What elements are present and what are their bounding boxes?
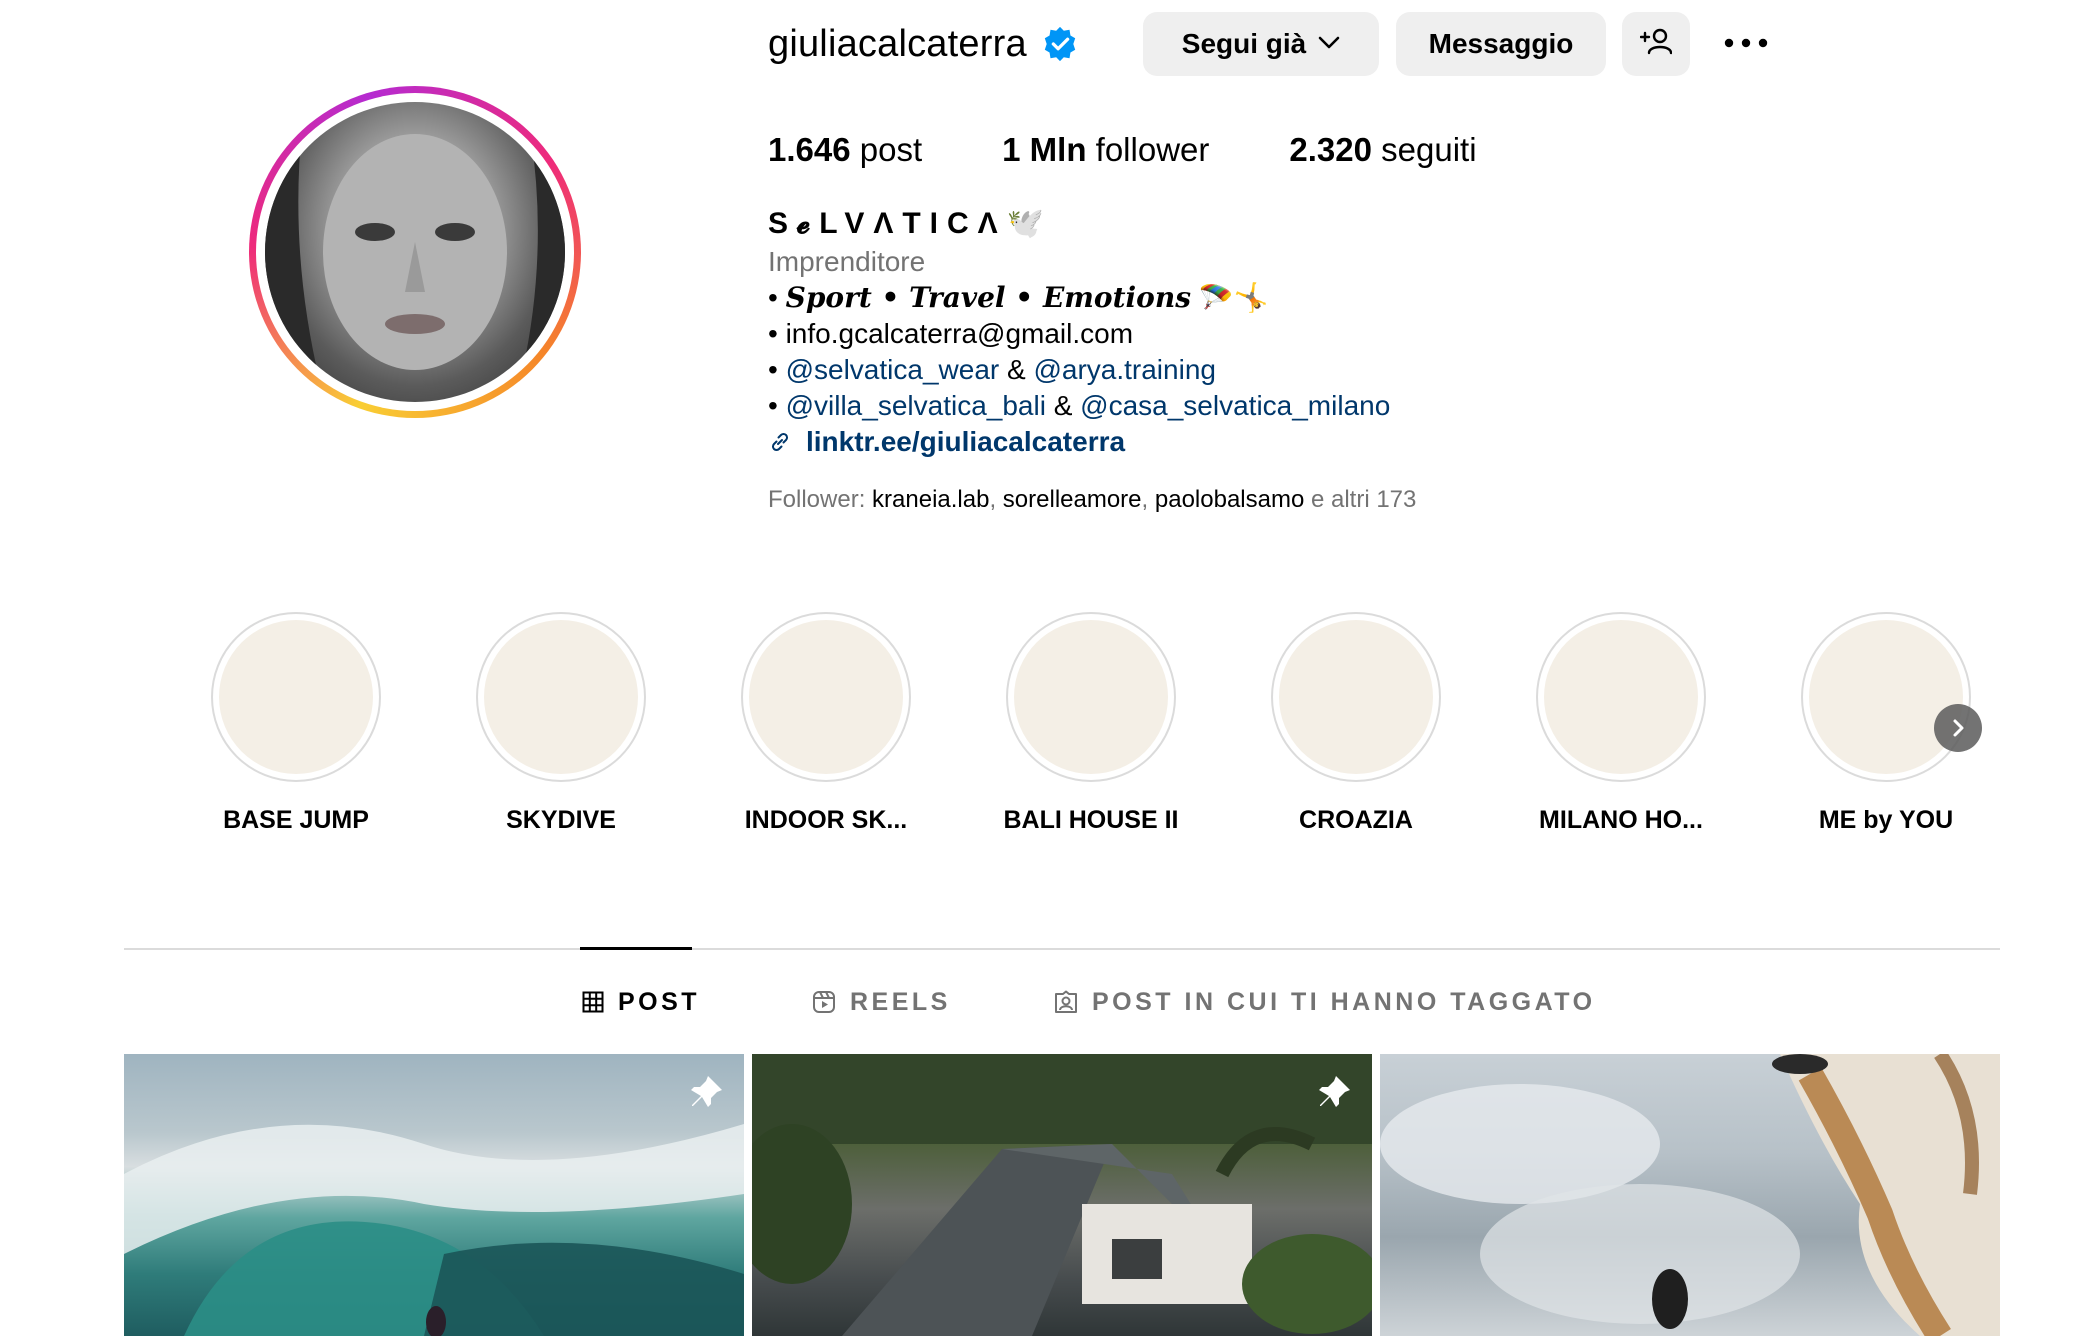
reels-icon [813,991,835,1013]
post-image-cliff [1380,1054,2000,1336]
mention-selvatica-wear[interactable]: @selvatica_wear [786,354,1000,385]
highlight-croazia[interactable]: CROAZIA [1266,612,1446,835]
tab-reels[interactable]: REELS [812,984,951,1020]
followed-by-user[interactable]: kraneia.lab [872,486,989,513]
post-thumbnail[interactable] [1380,1054,2000,1336]
profile-page: giuliacalcaterra Segui già Messaggio 1.6… [0,0,2084,1336]
add-user-icon [1639,27,1673,62]
pin-icon [1319,1076,1350,1107]
tab-tagged-label: POST IN CUI TI HANNO TAGGATO [1092,987,1596,1016]
mention-villa-selvatica-bali[interactable]: @villa_selvatica_bali [786,390,1046,421]
highlight-cover[interactable] [1801,612,1971,782]
post-thumbnail[interactable] [124,1054,744,1336]
highlight-bali-house[interactable]: BALI HOUSE II [1001,612,1181,835]
tab-post[interactable]: POST [582,984,700,1020]
link-icon [771,432,789,452]
post-image-villa [752,1054,1372,1336]
highlight-label: BALI HOUSE II [1003,806,1179,834]
highlight-label: SKYDIVE [506,806,616,834]
message-button[interactable]: Messaggio [1396,12,1606,76]
bio-link-text: linktr.ee/giuliacalcaterra [806,426,1126,457]
chevron-right-icon [1953,719,1964,737]
following-button[interactable]: Segui già [1143,12,1379,76]
message-button-label: Messaggio [1428,28,1574,59]
bio-link[interactable]: linktr.ee/giuliacalcaterra [768,424,1668,460]
highlight-label: CROAZIA [1299,806,1413,834]
highlight-milano-house[interactable]: MILANO HO... [1531,612,1711,835]
verified-badge-icon [1041,25,1079,63]
grid-icon [582,991,604,1013]
highlight-base-jump[interactable]: BASE JUMP [206,612,386,835]
post-thumbnail[interactable] [752,1054,1372,1336]
followers-count[interactable]: 1 Mln follower [1002,131,1209,169]
following-count[interactable]: 2.320 seguiti [1289,131,1476,169]
bio: S𝓮LVΛTICΛ🕊️ Imprenditore • Sport • Trave… [768,206,1668,460]
highlight-label: ME by YOU [1818,806,1954,834]
followed-by-user[interactable]: paolobalsamo [1155,486,1304,513]
highlight-cover[interactable] [1271,612,1441,782]
username-row: giuliacalcaterra [768,12,1079,76]
avatar [265,102,565,402]
followed-by[interactable]: Follower: kraneia.lab, sorelleamore, pao… [768,486,1416,514]
username: giuliacalcaterra [768,22,1027,65]
tab-tagged[interactable]: POST IN CUI TI HANNO TAGGATO [1054,984,1596,1020]
highlight-cover[interactable] [1536,612,1706,782]
posts-count: 1.646 post [768,131,923,168]
highlight-label: INDOOR SK... [744,806,908,834]
highlight-label: BASE JUMP [223,806,369,834]
bio-line-interests: • Sport • Travel • Emotions 🪂🤸 [768,281,1269,314]
highlight-label: MILANO HO... [1539,806,1703,834]
bio-display-name: S𝓮LVΛTICΛ🕊️ [768,207,1054,240]
bio-line-email: • info.gcalcaterra@gmail.com [768,318,1134,349]
post-image-wave [124,1124,744,1336]
chevron-down-icon [1318,33,1340,56]
tagged-icon [1055,990,1077,1013]
highlight-cover[interactable] [476,612,646,782]
pin-icon [691,1076,722,1107]
mention-casa-selvatica-milano[interactable]: @casa_selvatica_milano [1080,390,1390,421]
tab-post-label: POST [618,987,701,1016]
tab-reels-label: REELS [850,987,951,1016]
profile-stats: 1.646 post 1 Mln follower 2.320 seguiti [768,126,1557,174]
active-tab-indicator [580,947,692,950]
tabs-divider [124,948,2000,950]
bio-line-brands: • @selvatica_wear & @arya.training [768,354,1216,385]
highlight-cover[interactable] [211,612,381,782]
mention-arya-training[interactable]: @arya.training [1033,354,1216,385]
story-ring[interactable] [249,86,581,418]
suggested-users-button[interactable] [1622,12,1690,76]
highlights-next-button[interactable] [1934,704,1982,752]
following-button-label: Segui già [1181,28,1307,59]
more-options-button[interactable] [1714,12,1778,76]
highlight-skydive[interactable]: SKYDIVE [471,612,651,835]
highlight-cover[interactable] [1006,612,1176,782]
bio-category: Imprenditore [768,246,926,277]
followed-by-user[interactable]: sorelleamore [1003,486,1142,513]
highlight-cover[interactable] [741,612,911,782]
bio-line-houses: • @villa_selvatica_bali & @casa_selvatic… [768,390,1391,421]
highlight-indoor-skydive[interactable]: INDOOR SK... [736,612,916,835]
avatar-portrait [265,102,565,402]
more-options-icon [1724,35,1768,53]
